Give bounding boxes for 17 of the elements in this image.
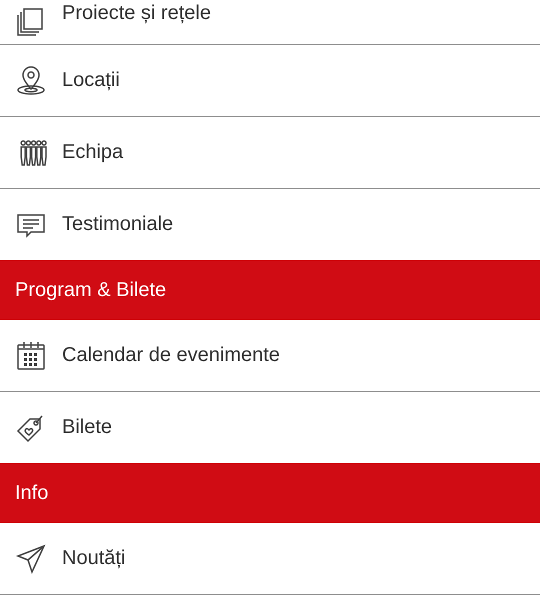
menu-label: Calendar de evenimente [62, 344, 280, 367]
section-header: Info [0, 463, 540, 523]
section-header: Program & Bilete [0, 260, 540, 320]
menu-label: Noutăți [62, 547, 126, 570]
menu-label: Locații [62, 69, 120, 92]
menu-label: Proiecte și rețele [62, 2, 211, 25]
send-icon [15, 542, 47, 574]
menu-label: Bilete [62, 416, 112, 439]
menu-item[interactable]: Noutăți [0, 523, 540, 595]
calendar-icon [15, 340, 47, 372]
location-pin-icon [15, 64, 47, 96]
menu-label: Testimoniale [62, 213, 174, 236]
menu-item[interactable]: Calendar de evenimente [0, 320, 540, 392]
menu-item[interactable]: Proiecte și rețele [0, 0, 540, 45]
menu-item[interactable]: Locații [0, 45, 540, 117]
menu-item[interactable]: Echipa [0, 117, 540, 189]
menu-label: Echipa [62, 141, 124, 164]
